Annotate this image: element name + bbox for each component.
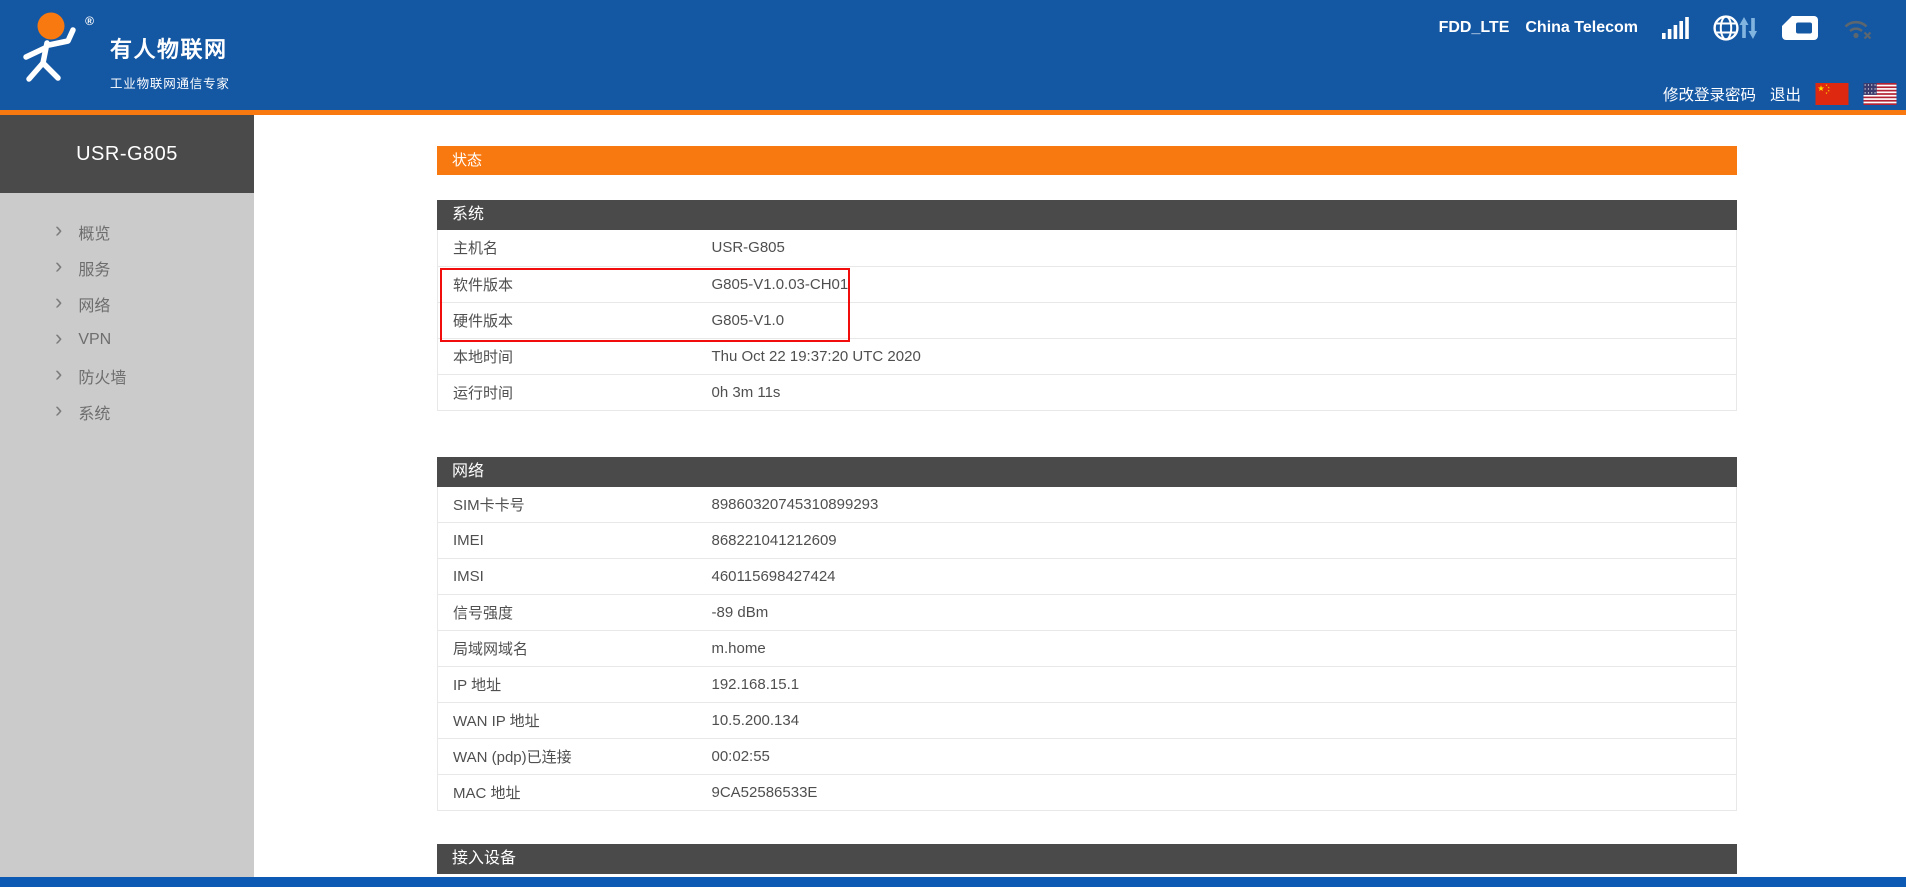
logout-link[interactable]: 退出	[1770, 83, 1801, 105]
row-value: 10.5.200.134	[712, 703, 1737, 739]
table-row: 硬件版本 G805-V1.0	[438, 302, 1737, 338]
row-label: 硬件版本	[438, 302, 712, 338]
row-label: IP 地址	[438, 667, 712, 703]
status-page-content: 状态 系统 主机名 USR-G805 软件版本 G805-V1.0.03-CH0…	[437, 146, 1737, 874]
sidebar-item-label: 服务	[78, 256, 110, 280]
language-english-flag-icon[interactable]	[1863, 83, 1897, 105]
sim-card-icon	[1781, 15, 1819, 41]
table-row: WAN (pdp)已连接 00:02:55	[438, 739, 1737, 775]
table-row: SIM卡卡号 89860320745310899293	[438, 487, 1737, 523]
signal-strength-icon	[1662, 16, 1689, 40]
row-value: -89 dBm	[712, 595, 1737, 631]
globe-traffic-icon	[1713, 14, 1757, 42]
row-value: 89860320745310899293	[712, 487, 1737, 523]
usr-logo-icon: ®	[16, 10, 96, 94]
table-row: 软件版本 G805-V1.0.03-CH01	[438, 266, 1737, 302]
connected-devices-section: 接入设备	[437, 844, 1737, 874]
row-value: 0h 3m 11s	[712, 374, 1737, 410]
sidebar-item[interactable]: › 网络	[0, 286, 254, 322]
top-header: ® 有人物联网 工业物联网通信专家 FDD_LTE China Telecom	[0, 0, 1906, 110]
page-title: 状态	[437, 146, 1737, 175]
row-value: 192.168.15.1	[712, 667, 1737, 703]
device-name-header: USR-G805	[0, 115, 254, 193]
row-label: IMSI	[438, 559, 712, 595]
brand-tagline: 工业物联网通信专家	[110, 73, 230, 92]
system-info-table: 主机名 USR-G805 软件版本 G805-V1.0.03-CH01 硬件版本…	[437, 230, 1737, 411]
row-value: m.home	[712, 631, 1737, 667]
connected-devices-section-header: 接入设备	[437, 844, 1737, 874]
row-label: 局域网域名	[438, 631, 712, 667]
table-row: IP 地址 192.168.15.1	[438, 667, 1737, 703]
network-info-table: SIM卡卡号 89860320745310899293 IMEI 8682210…	[437, 487, 1737, 812]
brand-name: 有人物联网	[110, 32, 230, 64]
row-label: 主机名	[438, 230, 712, 266]
chevron-right-icon: ›	[55, 400, 62, 420]
table-row: 主机名 USR-G805	[438, 230, 1737, 266]
row-value: USR-G805	[712, 230, 1737, 266]
row-label: 软件版本	[438, 266, 712, 302]
brand-text: 有人物联网 工业物联网通信专家	[110, 32, 230, 94]
row-value: Thu Oct 22 19:37:20 UTC 2020	[712, 338, 1737, 374]
registered-mark: ®	[85, 14, 94, 28]
user-actions-bar: 修改登录密码 退出	[1663, 83, 1897, 105]
sidebar-menu: › 概览 › 服务 › 网络 › VPN	[0, 193, 254, 430]
row-value: G805-V1.0	[712, 302, 1737, 338]
row-value: G805-V1.0.03-CH01	[712, 266, 1737, 302]
sidebar: USR-G805 › 概览 › 服务 › 网络 ›	[0, 115, 254, 877]
sidebar-item[interactable]: › 系统	[0, 394, 254, 430]
table-row: 运行时间 0h 3m 11s	[438, 374, 1737, 410]
row-label: MAC 地址	[438, 775, 712, 811]
table-row: 信号强度 -89 dBm	[438, 595, 1737, 631]
change-password-link[interactable]: 修改登录密码	[1663, 83, 1756, 105]
row-label: WAN (pdp)已连接	[438, 739, 712, 775]
chevron-right-icon: ›	[55, 328, 62, 348]
row-label: 运行时间	[438, 374, 712, 410]
connection-statusbar: FDD_LTE China Telecom	[1439, 9, 1873, 47]
system-section: 系统 主机名 USR-G805 软件版本 G805-V1.0.03-CH01	[437, 200, 1737, 411]
row-value: 00:02:55	[712, 739, 1737, 775]
table-row: 局域网域名 m.home	[438, 631, 1737, 667]
wifi-disabled-icon	[1843, 15, 1873, 41]
sidebar-item[interactable]: › 服务	[0, 250, 254, 286]
table-row: 本地时间 Thu Oct 22 19:37:20 UTC 2020	[438, 338, 1737, 374]
sidebar-item[interactable]: › VPN	[0, 322, 254, 358]
network-section-header: 网络	[437, 457, 1737, 487]
chevron-right-icon: ›	[55, 256, 62, 276]
network-section: 网络 SIM卡卡号 89860320745310899293 IMEI 8682…	[437, 457, 1737, 812]
chevron-right-icon: ›	[55, 364, 62, 384]
row-label: SIM卡卡号	[438, 487, 712, 523]
footer-strip	[0, 877, 1906, 887]
network-status-labels: FDD_LTE China Telecom	[1439, 19, 1638, 37]
table-row: IMSI 460115698427424	[438, 559, 1737, 595]
brand: ® 有人物联网 工业物联网通信专家	[16, 10, 230, 94]
row-value: 9CA52586533E	[712, 775, 1737, 811]
router-admin-page: ® 有人物联网 工业物联网通信专家 FDD_LTE China Telecom	[0, 0, 1906, 887]
table-row: MAC 地址 9CA52586533E	[438, 775, 1737, 811]
row-label: WAN IP 地址	[438, 703, 712, 739]
sidebar-item[interactable]: › 防火墙	[0, 358, 254, 394]
network-type-label: FDD_LTE	[1439, 19, 1510, 37]
row-value: 868221041212609	[712, 523, 1737, 559]
sidebar-item-label: 系统	[78, 400, 110, 424]
system-section-header: 系统	[437, 200, 1737, 230]
sidebar-item-label: VPN	[78, 331, 111, 349]
row-label: 本地时间	[438, 338, 712, 374]
sidebar-item[interactable]: › 概览	[0, 214, 254, 250]
table-row: WAN IP 地址 10.5.200.134	[438, 703, 1737, 739]
sidebar-item-label: 概览	[78, 220, 110, 244]
sidebar-item-label: 网络	[78, 292, 110, 316]
sidebar-item-label: 防火墙	[78, 364, 126, 388]
orange-accent-strip	[0, 110, 1906, 115]
row-label: IMEI	[438, 523, 712, 559]
carrier-label: China Telecom	[1525, 19, 1638, 37]
chevron-right-icon: ›	[55, 220, 62, 240]
language-chinese-flag-icon[interactable]	[1815, 83, 1849, 105]
table-row: IMEI 868221041212609	[438, 523, 1737, 559]
row-value: 460115698427424	[712, 559, 1737, 595]
row-label: 信号强度	[438, 595, 712, 631]
chevron-right-icon: ›	[55, 292, 62, 312]
